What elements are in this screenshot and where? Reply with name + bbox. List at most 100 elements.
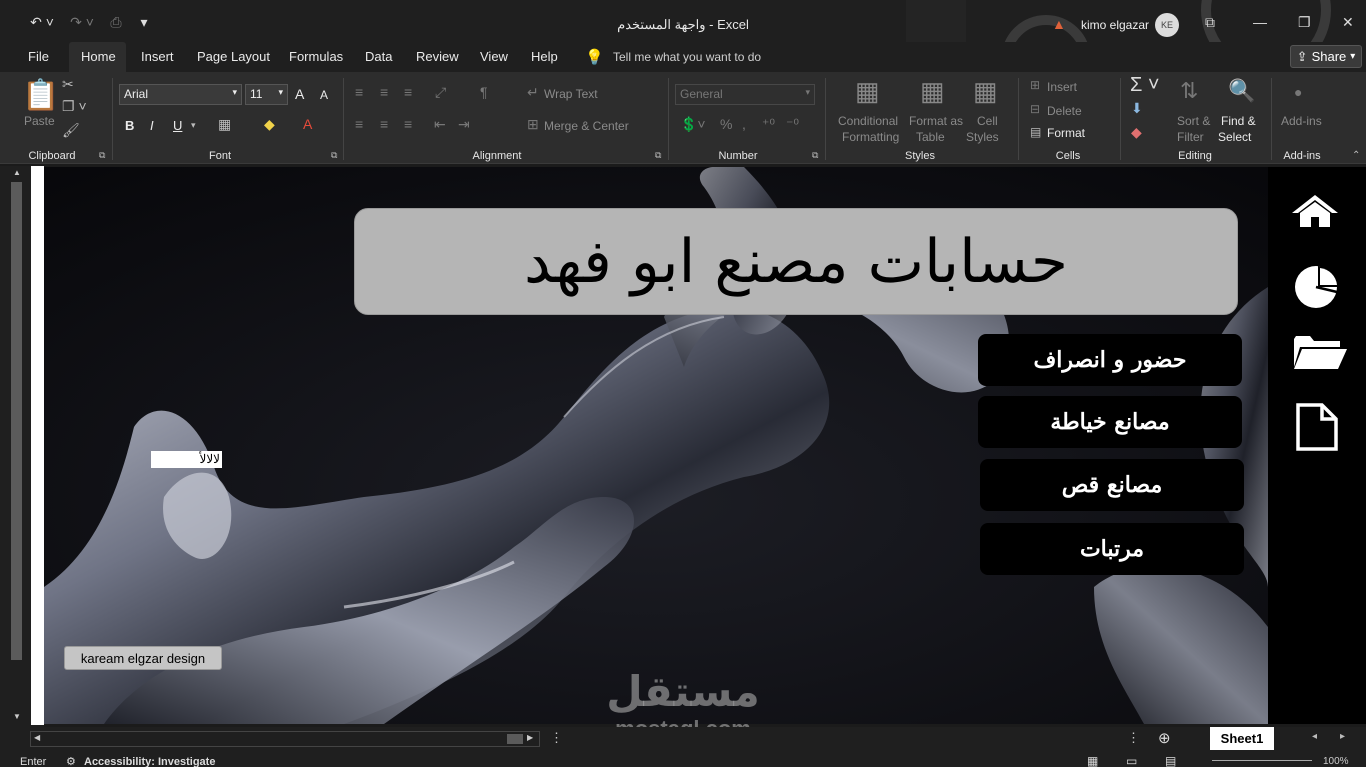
find-select-label[interactable]: Find & [1221,114,1256,128]
vertical-scroll-thumb[interactable] [11,182,22,660]
designer-credit-button[interactable]: kaream elgzar design [64,646,222,670]
conditional-formatting-label[interactable]: Conditional [838,114,898,128]
tab-home[interactable]: Home [69,42,126,72]
rtl-icon[interactable]: ¶ [480,84,488,100]
horizontal-scrollbar[interactable]: ◀ ▶ [30,731,540,747]
tab-page-layout[interactable]: Page Layout [185,42,282,72]
paste-icon[interactable]: 📋 [22,78,59,113]
dialog-launcher-icon[interactable]: ⧉ [655,150,661,161]
align-bottom-icon[interactable]: ≡ [404,84,412,100]
wrap-text-button[interactable]: Wrap Text [544,87,598,101]
format-cells-icon[interactable]: ▤ [1030,125,1041,139]
find-select-label-2[interactable]: Select [1218,130,1251,144]
share-button[interactable]: ⇪ Share ▾ [1290,45,1362,68]
dialog-launcher-icon[interactable]: ⧉ [812,150,818,161]
scroll-right-icon[interactable]: ▸ [1340,731,1345,742]
format-as-table-label-2[interactable]: Table [916,130,945,144]
dialog-launcher-icon[interactable]: ⧉ [331,150,337,161]
tab-insert[interactable]: Insert [129,42,186,72]
tell-me-search[interactable]: Tell me what you want to do [613,50,761,64]
clear-icon[interactable]: ◆ [1131,124,1142,141]
font-name-select[interactable]: Arial ▾ [119,84,242,105]
horizontal-scroll-thumb[interactable] [507,734,523,744]
align-left-icon[interactable]: ≡ [355,116,363,132]
accounting-format-icon[interactable]: 💲˅ [680,116,706,133]
delete-cells-icon[interactable]: ⊟ [1030,102,1040,116]
user-name[interactable]: kimo elgazar [1081,18,1149,32]
close-icon[interactable]: ✕ [1342,14,1354,31]
underline-button[interactable]: U [173,118,182,133]
increase-decimal-icon[interactable]: ⁺⁰ [762,116,775,133]
home-icon[interactable] [1290,193,1340,229]
wrap-text-icon[interactable]: ↵ [527,84,539,101]
split-handle-icon[interactable]: ⋮ [550,730,563,746]
align-middle-icon[interactable]: ≡ [380,84,388,100]
page-layout-view-icon[interactable]: ▭ [1126,754,1137,767]
new-sheet-icon[interactable]: ⊕ [1158,729,1171,747]
increase-indent-icon[interactable]: ⇥ [458,116,470,133]
insert-cells-icon[interactable]: ⊞ [1030,78,1040,92]
percent-icon[interactable]: % [720,116,732,132]
chevron-down-icon[interactable]: ▾ [191,120,196,131]
hscroll-right-icon[interactable]: ▶ [527,733,533,742]
paste-label[interactable]: Paste [24,114,55,128]
accessibility-status[interactable]: Accessibility: Investigate [84,756,215,767]
accessibility-icon[interactable]: ⚙ [66,755,76,767]
find-icon[interactable]: 🔍 [1228,78,1255,104]
shrink-font-button[interactable]: A [320,88,328,102]
number-format-select[interactable]: General ▾ [675,84,815,105]
insert-cells-button[interactable]: Insert [1047,80,1077,94]
fill-icon[interactable]: ⬇ [1131,100,1143,117]
dialog-launcher-icon[interactable]: ⧉ [99,150,105,161]
decrease-indent-icon[interactable]: ⇤ [434,116,446,133]
sort-filter-icon[interactable]: ⇅ [1180,78,1198,104]
sewing-factories-button[interactable]: مصانع خياطة [978,396,1242,448]
folder-open-icon[interactable] [1292,333,1348,371]
format-as-table-label[interactable]: Format as [909,114,963,128]
fill-color-icon[interactable]: ◆ [264,116,275,133]
format-cells-button[interactable]: Format [1047,126,1085,140]
tab-formulas[interactable]: Formulas [277,42,355,72]
conditional-formatting-label-2[interactable]: Formatting [842,130,899,144]
format-as-table-icon[interactable]: ▦ [920,76,945,107]
comma-style-icon[interactable]: , [742,116,746,132]
italic-button[interactable]: I [150,118,154,133]
add-ins-button[interactable]: Add-ins [1281,114,1322,128]
zoom-level[interactable]: 100% [1323,756,1349,767]
scroll-down-icon[interactable]: ▼ [13,712,21,721]
bold-button[interactable]: B [125,118,134,133]
maximize-icon[interactable]: ❐ [1298,14,1311,31]
page-break-view-icon[interactable]: ▤ [1165,754,1176,767]
vertical-scrollbar[interactable]: ▲ ▼ [8,166,26,726]
delete-cells-button[interactable]: Delete [1047,104,1082,118]
scroll-up-icon[interactable]: ▲ [13,168,21,177]
tab-file[interactable]: File [16,42,61,72]
align-center-icon[interactable]: ≡ [380,116,388,132]
collapse-ribbon-icon[interactable]: ⌃ [1352,150,1360,161]
sheet-tab-sheet1[interactable]: Sheet1 [1210,727,1274,750]
tab-help[interactable]: Help [519,42,570,72]
tab-review[interactable]: Review [404,42,471,72]
sort-filter-label[interactable]: Sort & [1177,114,1210,128]
align-top-icon[interactable]: ≡ [355,84,363,100]
align-right-icon[interactable]: ≡ [404,116,412,132]
document-icon[interactable] [1296,403,1338,451]
header-title-shape[interactable]: حسابات مصنع ابو فهد [354,208,1238,315]
merge-center-button[interactable]: Merge & Center [544,119,629,133]
orientation-icon[interactable]: ⤢ [435,84,446,101]
format-painter-icon[interactable]: 🖌 [62,122,80,139]
borders-icon[interactable]: ▦ [218,116,231,133]
conditional-formatting-icon[interactable]: ▦ [855,76,880,107]
cell-styles-icon[interactable]: ▦ [973,76,998,107]
sort-filter-label-2[interactable]: Filter [1177,130,1204,144]
pie-chart-icon[interactable] [1294,265,1342,309]
active-cell-editor[interactable]: لالالأ [151,451,222,468]
tab-scroll-left-icon[interactable]: ⋮ [1127,730,1140,746]
avatar[interactable]: KE [1155,13,1179,37]
warning-icon[interactable]: ▲ [1052,16,1066,32]
salaries-button[interactable]: مرتبات [980,523,1244,575]
cut-icon[interactable]: ✂ [62,76,74,93]
tab-data[interactable]: Data [353,42,404,72]
ribbon-display-icon[interactable]: ⧉ [1205,14,1215,31]
autosum-icon[interactable]: Σ ˅ [1130,74,1160,97]
